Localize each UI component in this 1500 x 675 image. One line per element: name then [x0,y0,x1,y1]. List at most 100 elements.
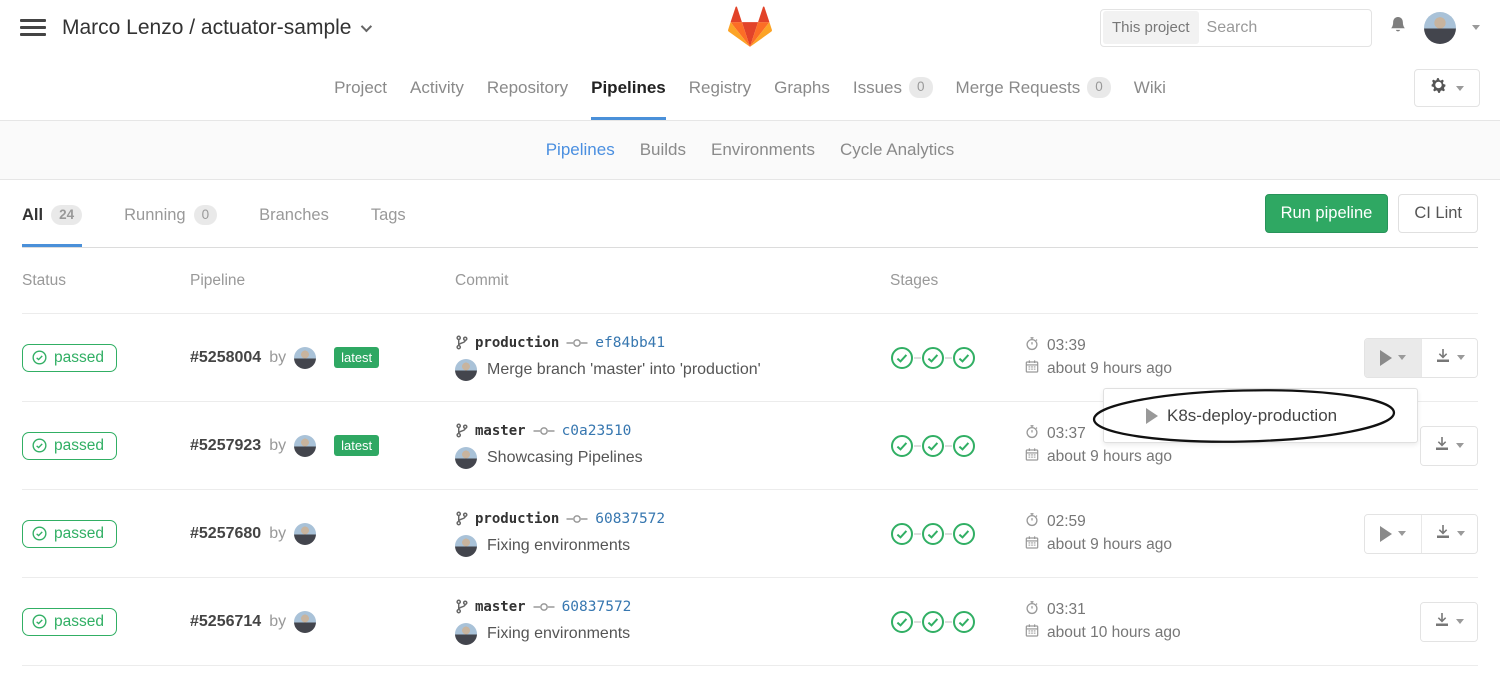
commit-sha-link[interactable]: c0a23510 [562,423,632,439]
nav-tab-merge-requests[interactable]: Merge Requests 0 [956,55,1111,120]
pipelines-filter-tabs: All 24 Running 0 Branches Tags Run pipel… [22,180,1478,248]
nav-tab-graphs[interactable]: Graphs [774,55,830,120]
stage-passed-icon[interactable] [952,610,976,634]
author-avatar[interactable] [294,611,316,633]
run-pipeline-button[interactable]: Run pipeline [1265,194,1389,233]
nav-tab-pipelines[interactable]: Pipelines [591,55,666,120]
download-icon [1434,436,1450,455]
search-scope-chip[interactable]: This project [1103,11,1199,44]
commit-icon [566,336,588,350]
commit-message[interactable]: Merge branch 'master' into 'production' [487,361,761,379]
nav-tab-issues[interactable]: Issues 0 [853,55,933,120]
subnav-environments[interactable]: Environments [711,140,815,160]
search-input[interactable] [1201,19,1372,37]
stages [890,522,1025,546]
committer-avatar[interactable] [455,359,477,381]
tab-tags[interactable]: Tags [371,180,406,247]
commit-message[interactable]: Fixing environments [487,537,630,555]
commit-icon [533,424,555,438]
gear-icon [1430,77,1447,99]
pipeline-row: passed #5257680 by production 60837572 F… [22,490,1478,578]
user-avatar[interactable] [1424,12,1456,44]
subnav-pipelines[interactable]: Pipelines [546,140,615,160]
tab-branches[interactable]: Branches [259,180,329,247]
artifacts-download-button[interactable] [1421,339,1477,377]
artifacts-download-button[interactable] [1421,427,1477,465]
play-icon [1146,408,1158,424]
committer-avatar[interactable] [455,447,477,469]
branch-link[interactable]: master [475,423,526,439]
search-box[interactable]: This project [1100,9,1372,47]
subnav-builds[interactable]: Builds [640,140,686,160]
pipeline-row: passed #5256714 by master 60837572 Fixin… [22,578,1478,666]
stopwatch-icon [1025,512,1039,532]
commit-sha-link[interactable]: 60837572 [562,599,632,615]
manual-actions-button[interactable] [1365,339,1421,377]
pipeline-link[interactable]: #5256714 [190,613,261,631]
notifications-bell-icon[interactable] [1388,15,1408,41]
pipeline-link[interactable]: #5257680 [190,525,261,543]
merge-requests-count-badge: 0 [1087,77,1111,97]
project-settings-button[interactable] [1414,69,1480,107]
nav-tab-wiki[interactable]: Wiki [1134,55,1166,120]
branch-link[interactable]: production [475,335,559,351]
pipeline-link[interactable]: #5257923 [190,437,261,455]
nav-tab-activity[interactable]: Activity [410,55,464,120]
commit-message[interactable]: Showcasing Pipelines [487,449,643,467]
author-avatar[interactable] [294,347,316,369]
project-breadcrumb[interactable]: Marco Lenzo / actuator-sample [62,16,369,40]
stage-passed-icon[interactable] [921,346,945,370]
commit-sha-link[interactable]: ef84bb41 [595,335,665,351]
pipeline-finished-ago: about 9 hours ago [1047,448,1172,466]
nav-tab-project[interactable]: Project [334,55,387,120]
status-badge[interactable]: passed [22,432,117,460]
caret-down-icon [1398,531,1406,536]
pipeline-link[interactable]: #5258004 [190,349,261,367]
pipeline-finished-ago: about 9 hours ago [1047,536,1172,554]
committer-avatar[interactable] [455,535,477,557]
artifacts-download-button[interactable] [1421,515,1477,553]
stage-passed-icon[interactable] [921,610,945,634]
status-badge[interactable]: passed [22,608,117,636]
branch-icon [455,599,468,614]
branch-link[interactable]: production [475,511,559,527]
stopwatch-icon [1025,424,1039,444]
hamburger-menu-icon[interactable] [20,19,46,36]
latest-badge: latest [334,347,379,368]
latest-badge: latest [334,435,379,456]
stage-passed-icon[interactable] [890,434,914,458]
commit-icon [566,512,588,526]
calendar-icon [1025,359,1039,379]
commit-sha-link[interactable]: 60837572 [595,511,665,527]
branch-link[interactable]: master [475,599,526,615]
subnav-cycle-analytics[interactable]: Cycle Analytics [840,140,954,160]
stage-passed-icon[interactable] [890,522,914,546]
pipeline-duration: 02:59 [1047,513,1086,531]
manual-actions-button[interactable] [1365,515,1421,553]
status-badge[interactable]: passed [22,344,117,372]
stage-passed-icon[interactable] [952,434,976,458]
branch-icon [455,423,468,438]
nav-tab-repository[interactable]: Repository [487,55,568,120]
user-menu-caret-icon[interactable] [1472,25,1480,30]
stage-passed-icon[interactable] [921,522,945,546]
ci-lint-button[interactable]: CI Lint [1398,194,1478,233]
committer-avatar[interactable] [455,623,477,645]
stage-passed-icon[interactable] [890,346,914,370]
stage-passed-icon[interactable] [952,346,976,370]
nav-tab-registry[interactable]: Registry [689,55,751,120]
pipeline-finished-ago: about 9 hours ago [1047,360,1172,378]
commit-message[interactable]: Fixing environments [487,625,630,643]
author-avatar[interactable] [294,435,316,457]
tab-all[interactable]: All 24 [22,180,82,247]
dropdown-item-k8s-deploy-production[interactable]: K8s-deploy-production [1104,389,1417,442]
status-badge[interactable]: passed [22,520,117,548]
artifacts-download-button[interactable] [1421,603,1477,641]
stage-passed-icon[interactable] [921,434,945,458]
table-header: Status Pipeline Commit Stages [22,248,1478,314]
tab-running[interactable]: Running 0 [124,180,217,247]
author-avatar[interactable] [294,523,316,545]
gitlab-logo[interactable] [727,5,773,54]
stage-passed-icon[interactable] [952,522,976,546]
stage-passed-icon[interactable] [890,610,914,634]
